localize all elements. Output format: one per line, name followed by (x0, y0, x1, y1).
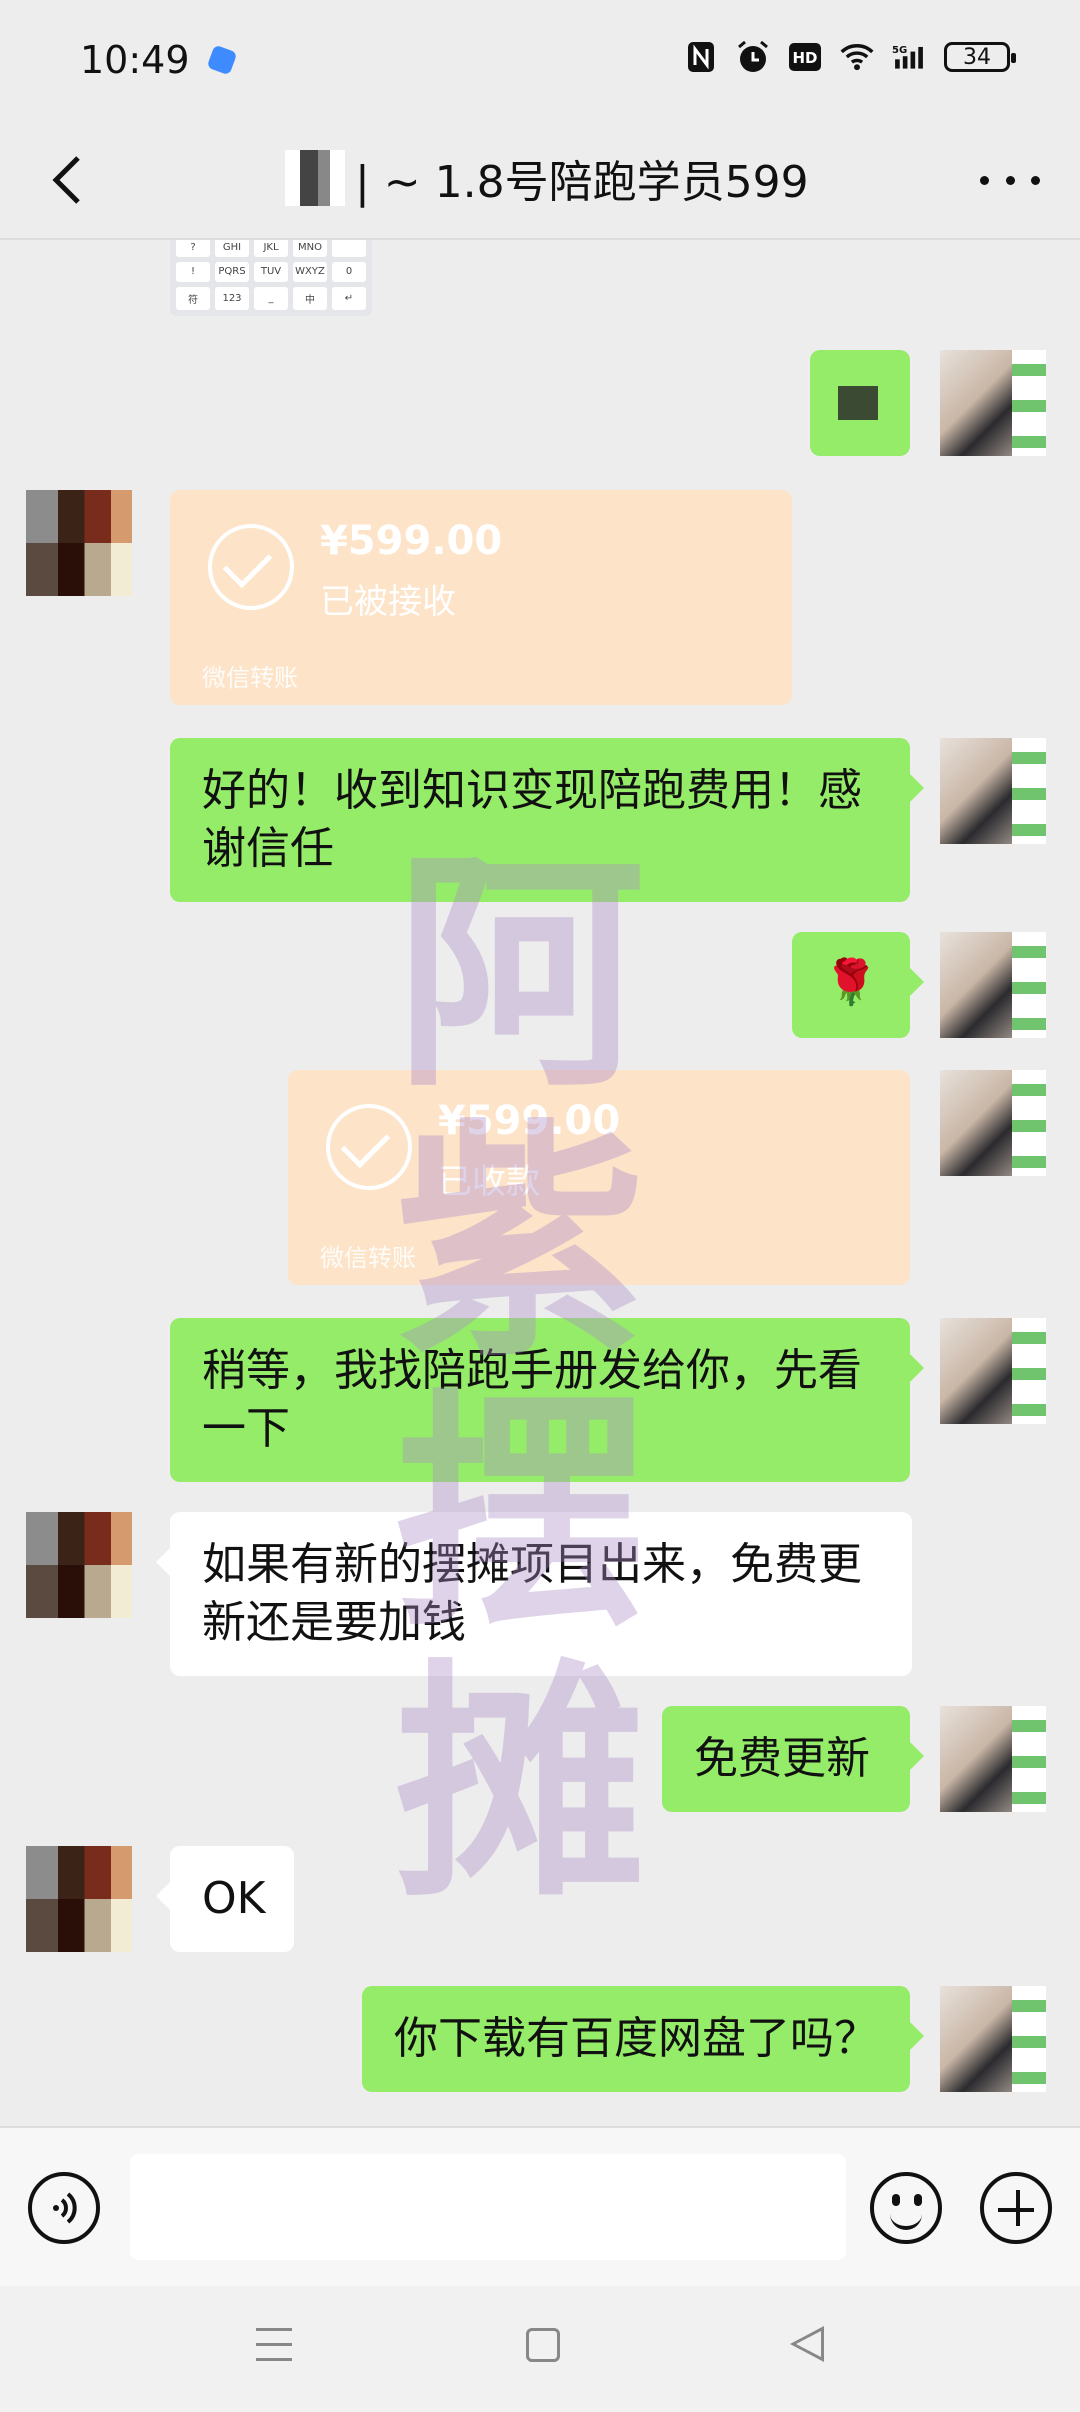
check-circle-icon (326, 1104, 412, 1190)
message-bubble[interactable]: 稍等，我找陪跑手册发给你，先看一下 (170, 1318, 924, 1482)
my-avatar[interactable] (940, 1318, 1046, 1424)
system-nav-bar (0, 2286, 1080, 2412)
chat-title-text: | ~ 1.8号陪跑学员599 (355, 157, 809, 208)
title-avatar-blurred (285, 150, 345, 206)
message-bubble[interactable]: 如果有新的摆摊项目出来，免费更新还是要加钱 (156, 1512, 912, 1676)
back-arrow-icon[interactable] (40, 150, 100, 210)
my-avatar[interactable] (940, 1706, 1046, 1812)
contact-avatar[interactable] (26, 1512, 132, 1618)
my-avatar[interactable] (940, 738, 1046, 844)
alarm-icon (736, 40, 770, 74)
battery-indicator: 34 (944, 42, 1016, 72)
my-avatar[interactable] (940, 1070, 1046, 1176)
transfer-status: 已被接收 (320, 582, 456, 622)
contact-avatar[interactable] (26, 490, 132, 596)
signal-5g-icon: 5G (892, 40, 926, 74)
chat-area[interactable]: ? GHI JKL MNO ! PQRS TUV WXYZ 0 符 123 _ 中 ↵ ¥599.00… (0, 240, 1080, 2125)
wifi-icon (840, 40, 874, 74)
check-circle-icon (208, 524, 294, 610)
hd-icon: HD (788, 40, 822, 74)
transfer-amount: ¥599.00 (438, 1098, 621, 1144)
my-avatar[interactable] (940, 350, 1046, 456)
contact-avatar[interactable] (26, 1846, 132, 1952)
svg-text:HD: HD (792, 49, 817, 67)
emoji-icon[interactable] (870, 2172, 942, 2244)
my-avatar[interactable] (940, 1986, 1046, 2092)
app-notification-icon (206, 44, 238, 76)
message-bubble[interactable]: 好的！收到知识变现陪跑费用！感谢信任 (170, 738, 924, 902)
message-text-input[interactable] (130, 2154, 846, 2260)
message-bubble[interactable]: OK (156, 1846, 294, 1952)
svg-text:5G: 5G (892, 45, 907, 56)
message-bubble[interactable]: 免费更新 (662, 1706, 924, 1812)
my-avatar[interactable] (940, 932, 1046, 1038)
transfer-card[interactable]: ¥599.00 已被接收 微信转账 (170, 490, 792, 705)
more-options-icon[interactable] (980, 160, 1040, 200)
transfer-status: 已收款 (438, 1162, 540, 1202)
keyboard-screenshot-image[interactable]: ? GHI JKL MNO ! PQRS TUV WXYZ 0 符 123 _ 中 ↵ (170, 240, 372, 316)
emoji-bubble[interactable]: 🌹 (792, 932, 924, 1038)
add-attachment-icon[interactable] (980, 2172, 1052, 2244)
nav-back-icon[interactable] (790, 2326, 824, 2362)
transfer-amount: ¥599.00 (320, 518, 503, 564)
blurred-image-message[interactable] (810, 350, 910, 456)
chat-header: | ~ 1.8号陪跑学员599 (0, 120, 1080, 240)
nfc-icon (684, 40, 718, 74)
status-bar: 10:49 HD 5G 34 (0, 0, 1080, 120)
message-input-bar (0, 2126, 1080, 2288)
message-bubble[interactable]: 你下载有百度网盘了吗？ (362, 1986, 924, 2092)
transfer-card[interactable]: ¥599.00 已收款 微信转账 (288, 1070, 910, 1285)
chat-title: | ~ 1.8号陪跑学员599 (285, 146, 809, 210)
status-icons: HD 5G 34 (684, 40, 1016, 74)
transfer-footer: 微信转账 (320, 1244, 416, 1272)
home-icon[interactable] (526, 2328, 560, 2362)
voice-input-icon[interactable] (28, 2172, 100, 2244)
status-time: 10:49 (80, 38, 190, 82)
recent-apps-icon[interactable] (256, 2328, 292, 2362)
transfer-footer: 微信转账 (202, 664, 298, 692)
